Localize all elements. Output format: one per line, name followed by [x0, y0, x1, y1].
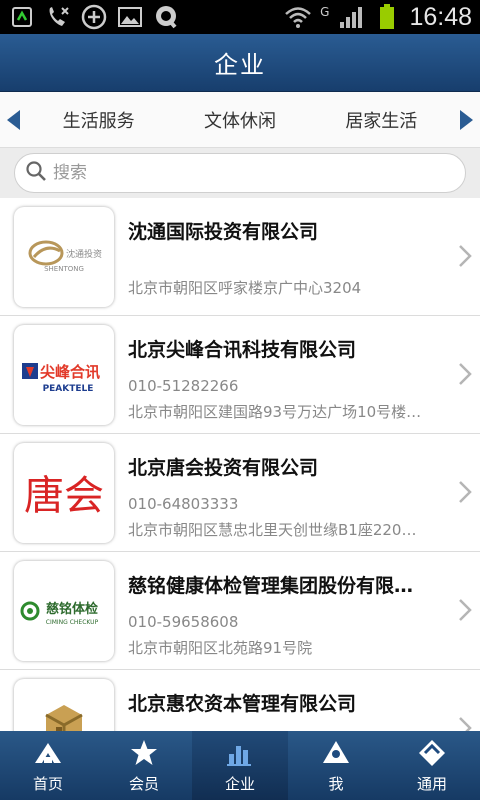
company-name: 北京惠农资本管理有限公司 [128, 692, 357, 715]
battery-icon [373, 4, 401, 30]
add-circle-icon [80, 4, 108, 30]
list-item[interactable]: 唐会 北京唐会投资有限公司 010-64803333 北京市朝阳区慧忠北里天创世… [0, 434, 480, 552]
company-name: 慈铭健康体检管理集团股份有限… [128, 574, 414, 597]
company-address: 北京市朝阳区呼家楼京广中心3204 [128, 278, 362, 297]
search-icon [25, 160, 47, 186]
svg-text:唐会: 唐会 [24, 473, 104, 519]
svg-text:慈铭体检: 慈铭体检 [46, 601, 98, 617]
list-item[interactable]: 沈通投资 SHENTONG 沈通国际投资有限公司 北京市朝阳区呼家楼京广中心32… [0, 198, 480, 316]
search-area [0, 148, 480, 198]
company-address: 北京市朝阳区北苑路91号院 [128, 638, 313, 657]
tab-label: 首页 [32, 775, 63, 793]
list-item[interactable]: 北京惠农资本管理有限公司 [0, 670, 480, 731]
svg-text:SHENTONG: SHENTONG [44, 265, 84, 273]
signal-icon [337, 4, 365, 30]
company-phone: 010-51282266 [128, 376, 239, 395]
chevron-right-icon [459, 363, 472, 385]
app-q-icon [152, 4, 180, 30]
tab-label: 企业 [224, 775, 255, 793]
tab-enterprise[interactable]: 企业 [192, 731, 288, 800]
company-logo: 唐会 [14, 442, 114, 543]
company-logo [14, 678, 114, 731]
page-title: 企业 [214, 51, 266, 79]
category-tab-life-services[interactable]: 生活服务 [63, 107, 135, 133]
tab-home[interactable]: 首页 [0, 731, 96, 800]
network-type: G [320, 5, 330, 19]
missed-call-icon [44, 4, 72, 30]
company-logo: 慈铭体检 CIMING CHECKUP [14, 560, 114, 661]
usb-debug-icon [8, 4, 36, 30]
company-address: 北京市朝阳区建国路93号万达广场10号楼… [128, 402, 422, 421]
user-icon [319, 737, 353, 769]
company-logo: 尖峰合讯 PEAKTELE [14, 324, 114, 425]
category-tab-home-living[interactable]: 居家生活 [345, 107, 417, 133]
star-icon [127, 737, 161, 769]
list-item[interactable]: 尖峰合讯 PEAKTELE 北京尖峰合讯科技有限公司 010-51282266 … [0, 316, 480, 434]
company-name: 北京唐会投资有限公司 [128, 456, 319, 479]
bottom-tab-bar: 首页 会员 企业 我 通用 [0, 731, 480, 800]
status-bar: G 16:48 [0, 0, 480, 34]
tab-member[interactable]: 会员 [96, 731, 192, 800]
diamond-icon [415, 737, 449, 769]
chevron-right-icon [459, 245, 472, 267]
svg-text:尖峰合讯: 尖峰合讯 [40, 363, 100, 381]
company-name: 北京尖峰合讯科技有限公司 [128, 338, 357, 361]
tab-me[interactable]: 我 [288, 731, 384, 800]
chevron-right-icon [459, 481, 472, 503]
company-phone: 010-64803333 [128, 494, 239, 513]
tab-label: 会员 [128, 775, 159, 793]
chevron-right-icon [459, 599, 472, 621]
search-box[interactable] [14, 153, 466, 193]
company-logo: 沈通投资 SHENTONG [14, 206, 114, 307]
company-list: 沈通投资 SHENTONG 沈通国际投资有限公司 北京市朝阳区呼家楼京广中心32… [0, 198, 480, 731]
company-address: 北京市朝阳区慧忠北里天创世缘B1座220… [128, 520, 417, 539]
list-item[interactable]: 慈铭体检 CIMING CHECKUP 慈铭健康体检管理集团股份有限… 010-… [0, 552, 480, 670]
svg-text:CIMING CHECKUP: CIMING CHECKUP [46, 619, 99, 626]
svg-text:PEAKTELE: PEAKTELE [43, 384, 94, 394]
company-name: 沈通国际投资有限公司 [128, 220, 319, 243]
tab-label: 通用 [416, 775, 447, 793]
svg-text:沈通投资: 沈通投资 [66, 248, 102, 260]
chevron-right-icon [459, 717, 472, 731]
category-tab-leisure[interactable]: 文体休闲 [204, 107, 276, 133]
image-icon [116, 4, 144, 30]
app-header: 企业 [0, 34, 480, 92]
category-bar: 生活服务 文体休闲 居家生活 [0, 92, 480, 148]
bar-chart-icon [223, 737, 257, 769]
wifi-icon [284, 4, 312, 30]
tab-general[interactable]: 通用 [384, 731, 480, 800]
company-phone: 010-59658608 [128, 612, 239, 631]
triangle-left-icon[interactable] [0, 92, 28, 148]
clock: 16:48 [409, 2, 472, 31]
tab-label: 我 [328, 775, 344, 793]
home-icon [31, 737, 65, 769]
search-input[interactable] [53, 163, 433, 183]
triangle-right-icon[interactable] [452, 92, 480, 148]
